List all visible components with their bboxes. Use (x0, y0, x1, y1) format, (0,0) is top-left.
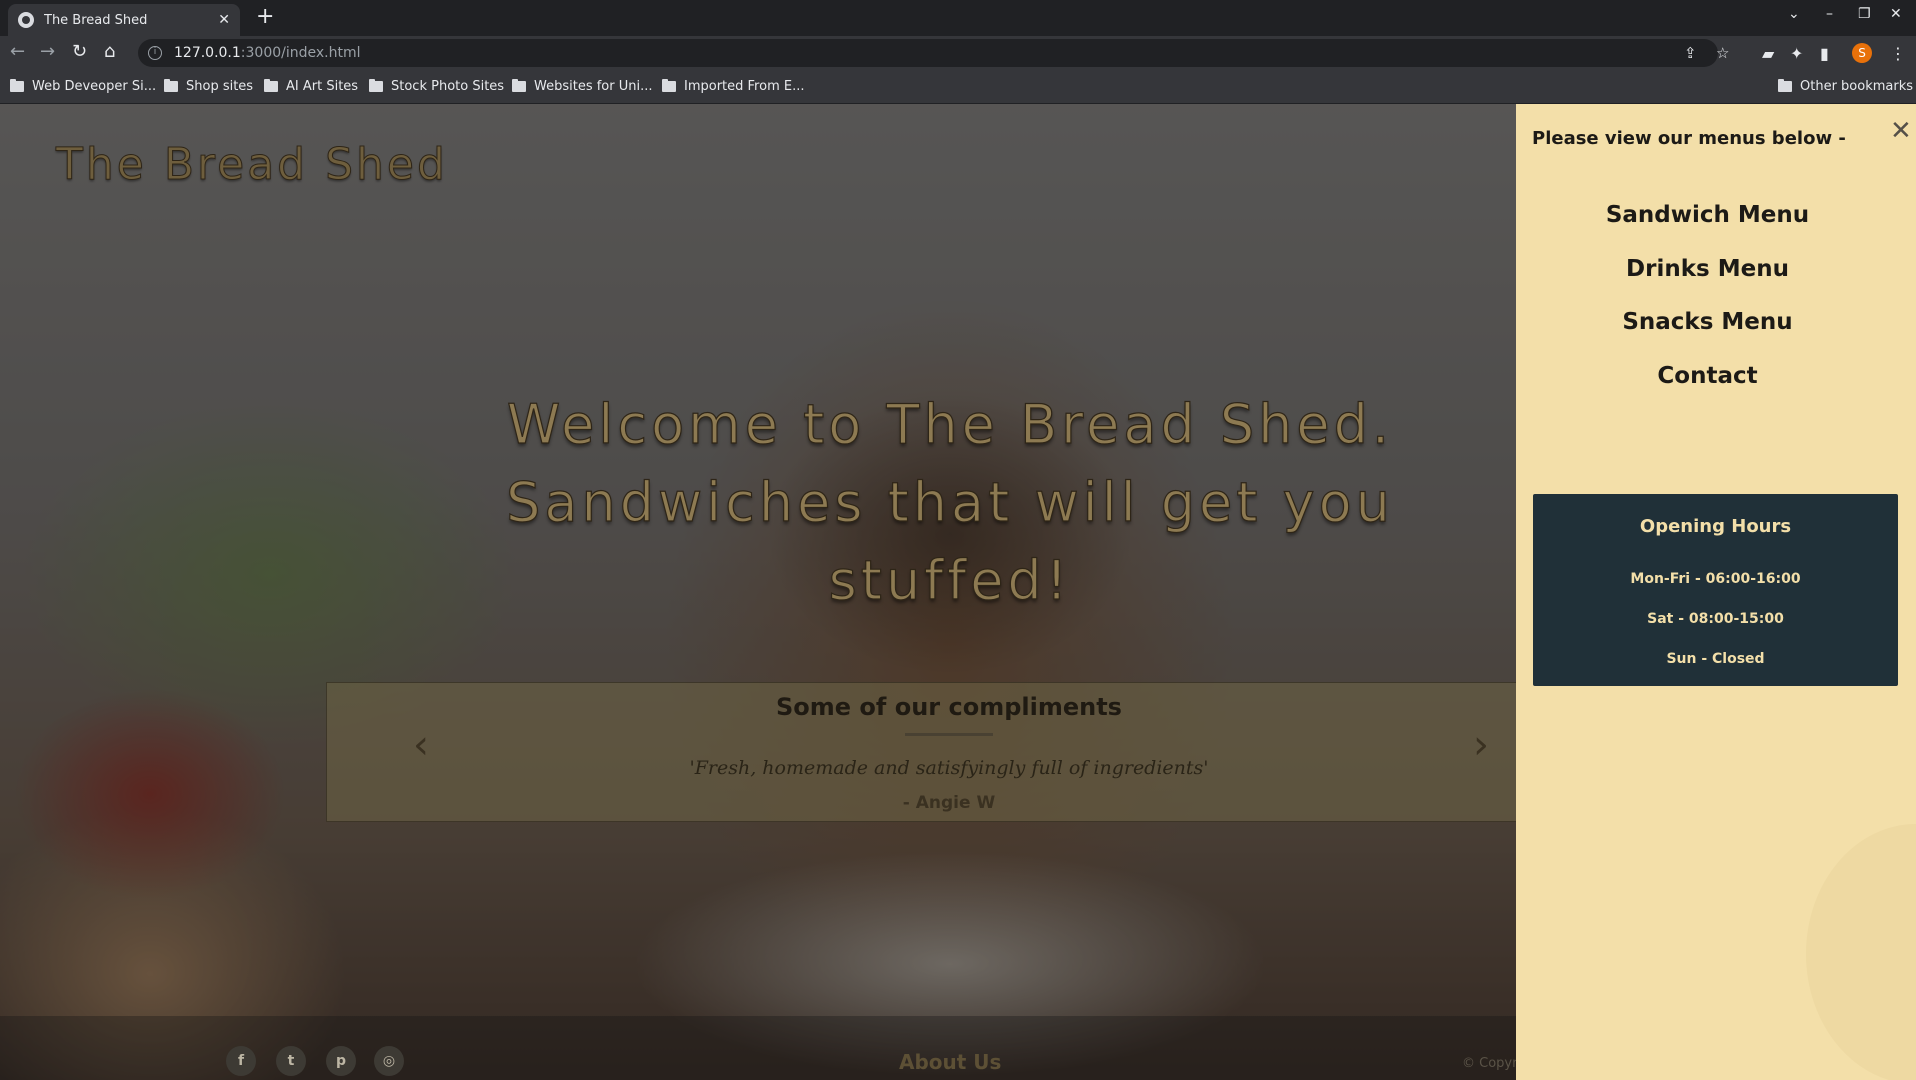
menu-link-snacks[interactable]: Snacks Menu (1516, 309, 1899, 335)
browser-tab-strip: The Bread Shed ✕ + ⌄ – ❐ ✕ (0, 0, 1916, 36)
bookmark-folder[interactable]: Websites for Uni... (512, 79, 653, 94)
side-menu-intro: Please view our menus below - (1532, 128, 1846, 149)
folder-icon (369, 79, 383, 92)
profile-avatar[interactable]: S (1852, 43, 1872, 63)
carousel-divider (905, 733, 993, 736)
carousel-heading: Some of our compliments (776, 693, 1122, 721)
restore-icon[interactable]: ❐ (1858, 6, 1871, 22)
tab-search-icon[interactable]: ⌄ (1788, 6, 1800, 22)
folder-icon (512, 79, 526, 92)
folder-icon (264, 79, 278, 92)
compliments-carousel: Some of our compliments ‹ 'Fresh, homema… (326, 682, 1570, 822)
tab-close-icon[interactable]: ✕ (218, 12, 230, 28)
opening-hours-card: Opening Hours Mon-Fri - 06:00-16:00 Sat … (1533, 494, 1898, 686)
address-bar[interactable]: i 127.0.0.1:3000/index.html ⇪ ☆ (138, 39, 1729, 67)
menu-link-drinks[interactable]: Drinks Menu (1516, 256, 1899, 282)
facebook-icon[interactable]: f (226, 1046, 256, 1076)
hero-line-2: Sandwiches that will get you stuffed! (506, 470, 1394, 612)
bookmark-folder[interactable]: Shop sites (164, 79, 253, 94)
browser-menu-icon[interactable]: ⋮ (1890, 44, 1906, 63)
pinterest-icon[interactable]: p (326, 1046, 356, 1076)
folder-icon (164, 79, 178, 92)
bookmarks-bar: Web Deveoper Si... Shop sites AI Art Sit… (0, 70, 1916, 104)
url-text: 127.0.0.1:3000/index.html (174, 45, 361, 61)
hero-heading: Welcome to The Bread Shed. Sandwiches th… (380, 386, 1520, 620)
opening-hours-title: Opening Hours (1639, 516, 1792, 537)
browser-tab[interactable]: The Bread Shed ✕ (8, 4, 240, 36)
hero-line-1: Welcome to The Bread Shed. (506, 392, 1394, 456)
footer-about-link[interactable]: About Us (899, 1050, 1001, 1074)
bookmark-folder[interactable]: Web Deveoper Si... (10, 79, 156, 94)
carousel-quote: 'Fresh, homemade and satisfyingly full o… (689, 757, 1209, 779)
reload-icon[interactable]: ↻ (72, 42, 87, 62)
close-icon[interactable]: ✕ (1890, 118, 1912, 144)
carousel-next-icon[interactable]: › (1473, 725, 1489, 765)
bookmark-folder[interactable]: AI Art Sites (264, 79, 358, 94)
menu-link-sandwich[interactable]: Sandwich Menu (1516, 202, 1899, 228)
window-close-icon[interactable]: ✕ (1890, 6, 1902, 22)
back-icon[interactable]: ← (10, 42, 25, 62)
side-menu-panel: Please view our menus below - ✕ Sandwich… (1516, 104, 1916, 1080)
minimize-icon[interactable]: – (1826, 6, 1833, 22)
hours-sunday: Sun - Closed (1666, 651, 1765, 667)
hours-weekday: Mon-Fri - 06:00-16:00 (1630, 571, 1801, 587)
home-icon[interactable]: ⌂ (104, 42, 115, 62)
instagram-icon[interactable]: ◎ (374, 1046, 404, 1076)
page-viewport: The Bread Shed Welcome to The Bread Shed… (0, 104, 1916, 1080)
hours-saturday: Sat - 08:00-15:00 (1647, 611, 1784, 627)
other-bookmarks[interactable]: Other bookmarks (1778, 79, 1913, 94)
bookmark-folder[interactable]: Stock Photo Sites (369, 79, 504, 94)
menu-link-contact[interactable]: Contact (1516, 363, 1899, 389)
tab-title: The Bread Shed (44, 12, 148, 28)
share-icon[interactable]: ⇪ (1684, 39, 1697, 67)
side-panel-icon[interactable]: ▮ (1820, 44, 1829, 63)
twitter-icon[interactable]: t (276, 1046, 306, 1076)
bookmark-star-icon[interactable]: ☆ (1716, 39, 1729, 67)
panel-decoration (1806, 824, 1916, 1080)
globe-icon (18, 12, 34, 28)
new-tab-button[interactable]: + (256, 6, 274, 28)
browser-toolbar: ← → ↻ ⌂ i 127.0.0.1:3000/index.html ⇪ ☆ … (0, 36, 1916, 70)
site-info-icon[interactable]: i (148, 46, 162, 60)
puzzle-icon[interactable]: ✦ (1790, 44, 1803, 63)
bookmark-folder[interactable]: Imported From E... (662, 79, 804, 94)
forward-icon[interactable]: → (40, 42, 55, 62)
extension-icon[interactable]: ▰ (1762, 44, 1774, 63)
site-logo[interactable]: The Bread Shed (56, 139, 448, 191)
carousel-author: - Angie W (902, 793, 996, 813)
folder-icon (10, 79, 24, 92)
folder-icon (662, 79, 676, 92)
folder-icon (1778, 79, 1792, 92)
